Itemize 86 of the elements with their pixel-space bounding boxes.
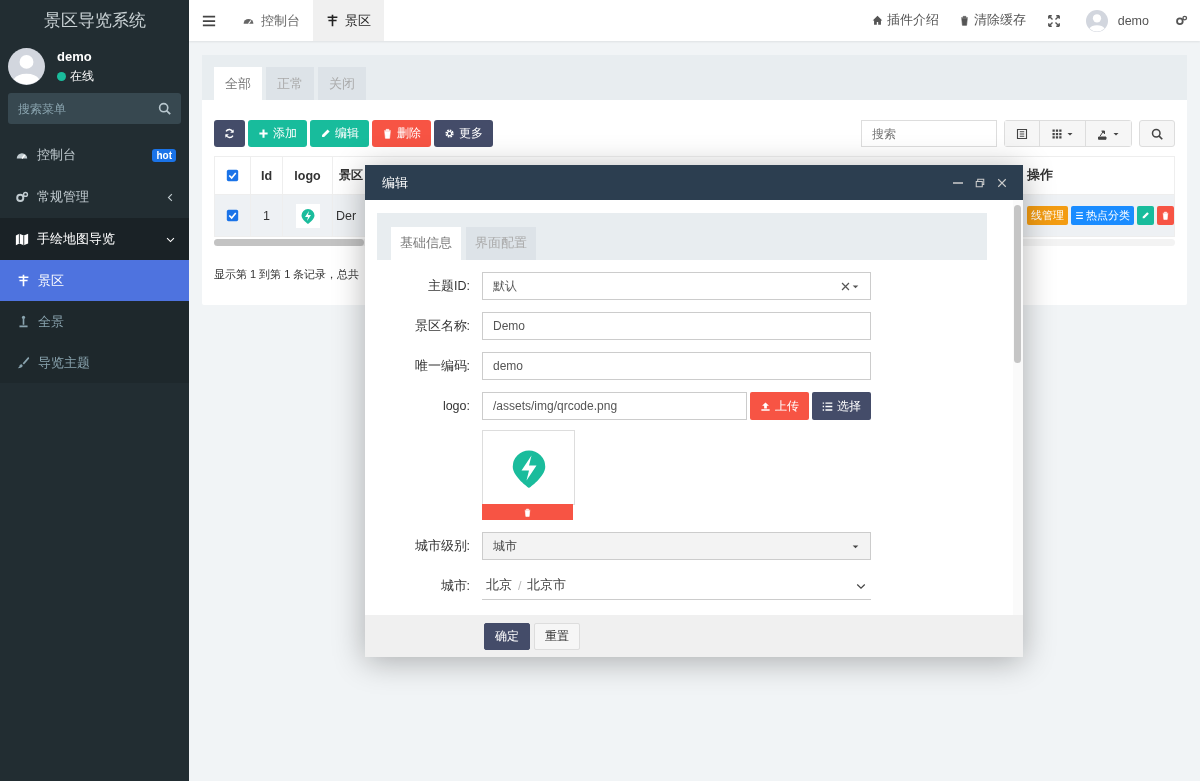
settings-icon <box>1175 14 1188 27</box>
refresh-icon <box>224 128 235 139</box>
search-field[interactable]: 搜索 <box>861 120 997 147</box>
select-field[interactable]: 城市 <box>482 532 871 560</box>
checkbox[interactable] <box>226 169 239 182</box>
user-status: 在线 <box>57 67 94 85</box>
field-label: 城市级别: <box>413 538 471 555</box>
refresh-button[interactable] <box>214 120 245 147</box>
submenu-item[interactable]: 全景 <box>0 301 189 342</box>
dialog-tab[interactable]: 基础信息 <box>391 227 461 260</box>
header-link[interactable]: 清除缓存 <box>948 0 1036 41</box>
app-title: 景区导览系统 <box>42 10 147 32</box>
field-label: 主题ID: <box>427 278 471 295</box>
minimize-icon <box>953 181 963 184</box>
submenu-item[interactable]: 景区 <box>0 260 189 301</box>
menu-item[interactable]: 手绘地图导览 <box>0 218 189 260</box>
field-label: 唯一编码: <box>413 358 471 375</box>
table-cell: Der <box>336 208 357 223</box>
grid-icon <box>1051 127 1063 140</box>
nav-tab[interactable]: 景区 <box>313 0 384 41</box>
column-header: 操作 <box>1027 167 1053 184</box>
list-icon <box>1016 127 1028 140</box>
delete-button[interactable] <box>1157 206 1174 225</box>
menu-item[interactable]: 常规管理 <box>0 176 189 218</box>
menu-item[interactable]: 控制台 hot <box>0 134 189 176</box>
plus-icon <box>258 128 269 139</box>
checkbox[interactable] <box>226 209 239 222</box>
toggle-view-button[interactable] <box>1005 121 1040 146</box>
select-field[interactable]: 默认 <box>482 272 871 300</box>
home-icon <box>871 15 883 26</box>
field-label: 景区名称: <box>413 318 471 335</box>
trash-icon <box>523 507 532 517</box>
table-cell: 1 <box>263 208 270 223</box>
trash-icon <box>1161 211 1170 220</box>
nav-tab[interactable]: 控制台 <box>229 0 313 41</box>
hot-badge: hot <box>152 148 176 162</box>
gear-icon <box>444 128 455 139</box>
trash-icon <box>958 15 970 26</box>
search-icon <box>1151 127 1163 140</box>
figure-icon <box>17 315 30 328</box>
input-field[interactable]: /assets/img/qrcode.png <box>482 392 747 420</box>
trash-icon <box>382 128 393 139</box>
pencil-icon <box>320 128 331 139</box>
column-header: 景区 <box>339 167 363 184</box>
header-link[interactable]: 插件介绍 <box>861 0 949 41</box>
export-button[interactable] <box>1086 121 1131 146</box>
reset-button[interactable]: 重置 <box>534 622 580 650</box>
gears-icon <box>15 190 29 204</box>
submenu-item[interactable]: 导览主题 <box>0 342 189 383</box>
avatar-icon <box>1085 9 1108 32</box>
list-icon <box>822 400 833 412</box>
restore-icon <box>974 176 986 189</box>
dialog-title: 编辑 <box>382 173 409 192</box>
input-field[interactable]: demo <box>482 352 871 380</box>
close-icon <box>996 176 1008 189</box>
expand-icon <box>1047 14 1060 27</box>
list-icon <box>1075 211 1084 220</box>
more-button[interactable]: 更多 <box>434 120 493 147</box>
remove-image-button[interactable] <box>482 504 573 520</box>
search-field[interactable]: 搜索菜单 <box>8 93 181 124</box>
column-header: Id <box>260 168 273 183</box>
column-header: logo <box>294 168 321 183</box>
search-button[interactable] <box>1139 120 1175 147</box>
signpost-icon <box>17 274 30 287</box>
input-field[interactable]: Demo <box>482 312 871 340</box>
choose-button[interactable]: 选择 <box>812 392 871 420</box>
pagination-summary: 显示第 1 到第 1 条记录，总共 <box>213 267 361 282</box>
pencil-icon <box>1141 211 1150 220</box>
columns-button[interactable] <box>1040 121 1086 146</box>
upload-icon <box>760 400 771 412</box>
field-label: logo: <box>441 398 471 415</box>
signpost-icon <box>326 14 339 27</box>
avatar-icon <box>8 48 45 85</box>
search-icon <box>158 102 171 115</box>
menu-icon <box>202 13 216 28</box>
export-icon <box>1097 127 1109 140</box>
scrollbar-thumb[interactable] <box>1014 205 1021 363</box>
clear-icon <box>840 280 851 292</box>
confirm-button[interactable]: 确定 <box>484 622 530 650</box>
user-name: demo <box>57 48 93 64</box>
user-menu[interactable]: demo <box>1071 0 1163 41</box>
brush-icon <box>17 356 30 369</box>
filter-tab[interactable]: 全部 <box>214 67 262 100</box>
field-label: 城市: <box>439 578 471 595</box>
scrollbar-thumb[interactable] <box>214 239 364 246</box>
map-icon <box>15 232 29 246</box>
